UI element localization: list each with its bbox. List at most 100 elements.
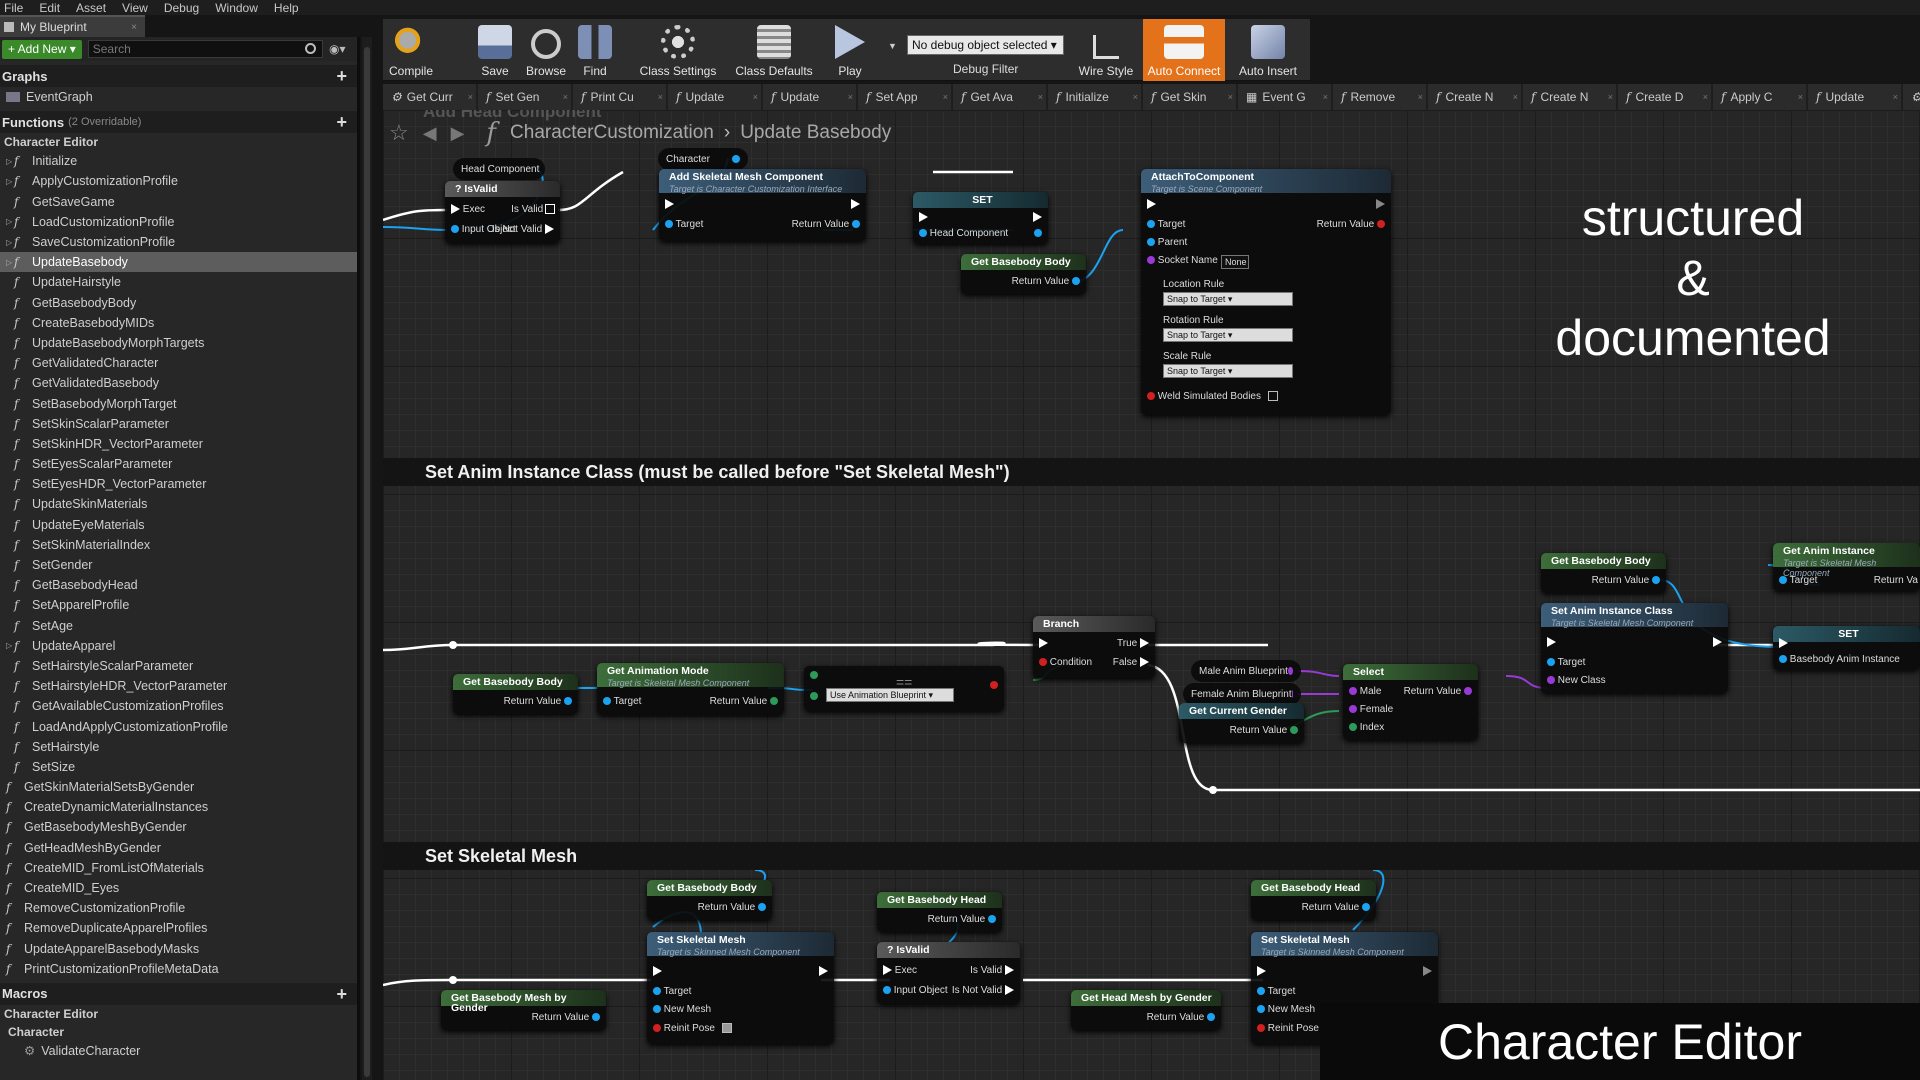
graph-canvas[interactable]: Add Head Component ☆ ◀ ▶ f CharacterCust…: [383, 110, 1920, 1080]
function-item[interactable]: f CreateBasebodyMIDs: [0, 313, 357, 333]
pin-target[interactable]: Target: [1257, 986, 1295, 997]
function-item[interactable]: f SetSkinMaterialIndex: [0, 535, 357, 555]
graph-tab[interactable]: f Create N ×: [1523, 84, 1616, 110]
pin-exec-in[interactable]: [665, 199, 674, 210]
function-item[interactable]: f SetHairstyleHDR_VectorParameter: [0, 676, 357, 696]
search-input[interactable]: Search: [87, 40, 323, 58]
pin-exec[interactable]: Exec: [883, 965, 917, 976]
function-item[interactable]: ▷ f ApplyCustomizationProfile: [0, 171, 357, 191]
comment-anim-instance[interactable]: Set Anim Instance Class (must be called …: [383, 458, 1920, 486]
pin-new-class[interactable]: New Class: [1547, 675, 1606, 686]
pin-return-value[interactable]: Return Value: [1404, 686, 1472, 697]
breadcrumb-function[interactable]: Update Basebody: [740, 122, 891, 144]
function-item[interactable]: f CreateDynamicMaterialInstances: [0, 797, 357, 817]
reinit-checkbox[interactable]: [721, 1023, 732, 1034]
graph-tab[interactable]: ⚙ Get Curr ×: [383, 84, 476, 110]
node-attach-to-component[interactable]: AttachToComponent Target is Scene Compone…: [1141, 169, 1391, 415]
pin-index[interactable]: Index: [1349, 722, 1384, 733]
pin-target[interactable]: Target: [665, 219, 703, 230]
pin-input-object[interactable]: Input Object: [883, 985, 948, 996]
pin-target[interactable]: Target: [1547, 657, 1585, 668]
function-item[interactable]: f SetBasebodyMorphTarget: [0, 393, 357, 413]
function-item[interactable]: f GetValidatedBasebody: [0, 373, 357, 393]
graph-tab[interactable]: f Apply C ×: [1713, 84, 1806, 110]
function-item[interactable]: ▷ f UpdateBasebody: [0, 252, 357, 273]
node-select[interactable]: Select Male Return Value Female Index: [1343, 664, 1478, 740]
rotation-rule-select[interactable]: Snap to Target ▾: [1163, 328, 1293, 342]
close-tab-icon[interactable]: ×: [1703, 92, 1708, 102]
pin-basebody-anim[interactable]: Basebody Anim Instance: [1779, 654, 1900, 665]
node-equal-enum[interactable]: == Use Animation Blueprint ▾: [804, 666, 1004, 711]
pin-head-component[interactable]: Head Component: [919, 228, 1008, 239]
menu-help[interactable]: Help: [270, 1, 311, 15]
output-pin[interactable]: [732, 155, 740, 163]
graph-tab[interactable]: ⚙V×: [1903, 84, 1920, 110]
graph-tab[interactable]: f Create D ×: [1618, 84, 1711, 110]
close-tab-icon[interactable]: ×: [1513, 92, 1518, 102]
pin-new-mesh[interactable]: New Mesh: [1257, 1004, 1315, 1015]
function-item[interactable]: ▷ f Initialize: [0, 151, 357, 171]
node-female-anim-blueprint[interactable]: Female Anim Blueprint: [1183, 683, 1301, 705]
function-item[interactable]: f GetSaveGame: [0, 192, 357, 212]
graph-tab[interactable]: f Get Ava ×: [953, 84, 1046, 110]
function-item[interactable]: f UpdateBasebodyMorphTargets: [0, 333, 357, 353]
pin-target[interactable]: Target: [1779, 575, 1817, 586]
save-button[interactable]: Save: [475, 19, 515, 81]
pin-is-valid[interactable]: Is Valid: [511, 204, 555, 215]
function-item[interactable]: f CreateMID_Eyes: [0, 878, 357, 898]
function-item[interactable]: f CreateMID_FromListOfMaterials: [0, 858, 357, 878]
pin-true[interactable]: True: [1117, 638, 1149, 649]
pin-weld[interactable]: Weld Simulated Bodies: [1147, 391, 1278, 402]
pin-return-value[interactable]: Return Value: [1592, 575, 1660, 586]
graph-tab[interactable]: f Update ×: [1808, 84, 1901, 110]
pin-return-value[interactable]: Return Value: [1230, 725, 1298, 736]
pin-exec-out[interactable]: [1713, 637, 1722, 648]
node-set-head-component[interactable]: SET Head Component: [913, 192, 1048, 244]
menu-window[interactable]: Window: [211, 1, 270, 15]
close-tab-icon[interactable]: ×: [468, 92, 473, 102]
expand-arrow-icon[interactable]: ▷: [6, 177, 12, 186]
menu-debug[interactable]: Debug: [160, 1, 211, 15]
function-item[interactable]: f SetHairstyleScalarParameter: [0, 656, 357, 676]
function-item[interactable]: f SetSkinHDR_VectorParameter: [0, 434, 357, 454]
play-options-chevron-icon[interactable]: ▼: [888, 41, 897, 51]
pin-b[interactable]: [810, 691, 818, 702]
node-character[interactable]: Character: [658, 148, 748, 170]
pin-return-value[interactable]: Return Value: [1147, 1012, 1215, 1023]
close-tab-icon[interactable]: ×: [658, 92, 663, 102]
pin-return-value[interactable]: Return Va: [1874, 575, 1918, 586]
pin-a[interactable]: [810, 670, 818, 681]
pin-exec-in[interactable]: [653, 966, 662, 977]
pin-exec-out[interactable]: [1423, 966, 1432, 977]
pin-socket-name[interactable]: Socket Name: [1147, 255, 1218, 266]
auto-connect-button[interactable]: Auto Connect: [1143, 19, 1225, 81]
function-item[interactable]: f LoadAndApplyCustomizationProfile: [0, 716, 357, 736]
close-tab-icon[interactable]: ×: [563, 92, 568, 102]
menu-file[interactable]: File: [0, 1, 35, 15]
function-item[interactable]: f SetApparelProfile: [0, 595, 357, 615]
pin-return-value[interactable]: Return Value: [792, 219, 860, 230]
node-get-basebody-body-1[interactable]: Get Basebody Body Return Value: [961, 254, 1086, 294]
close-tab-icon[interactable]: ×: [1228, 92, 1233, 102]
close-tab-icon[interactable]: ×: [753, 92, 758, 102]
pin-return-value[interactable]: Return Value: [504, 696, 572, 707]
menu-view[interactable]: View: [118, 1, 160, 15]
expand-arrow-icon[interactable]: ▷: [6, 641, 12, 650]
function-item[interactable]: ▷ f SaveCustomizationProfile: [0, 232, 357, 252]
node-get-basebody-body-4[interactable]: Get Basebody Body Return Value: [647, 880, 772, 920]
graph-item-eventgraph[interactable]: EventGraph: [0, 87, 357, 107]
node-set-skeletal-mesh-1[interactable]: Set Skeletal Mesh Target is Skinned Mesh …: [647, 932, 834, 1044]
back-arrow-icon[interactable]: ◀: [423, 123, 437, 144]
function-item[interactable]: f PrintCustomizationProfileMetaData: [0, 959, 357, 979]
pin-return-value[interactable]: Return Value: [532, 1012, 600, 1023]
pin-exec-in[interactable]: [1257, 966, 1266, 977]
scale-rule-select[interactable]: Snap to Target ▾: [1163, 364, 1293, 378]
node-head-component[interactable]: Head Component: [453, 158, 545, 180]
node-set-basebody-anim[interactable]: SET Basebody Anim Instance: [1773, 626, 1920, 670]
function-item[interactable]: f UpdateApparelBasebodyMasks: [0, 939, 357, 959]
function-item[interactable]: f UpdateSkinMaterials: [0, 494, 357, 514]
pin-exec-out[interactable]: [851, 199, 860, 210]
comment-skeletal-mesh[interactable]: Set Skeletal Mesh: [383, 842, 1920, 870]
expand-arrow-icon[interactable]: ▷: [6, 217, 12, 226]
node-get-current-gender[interactable]: Get Current Gender Return Value: [1179, 703, 1304, 743]
